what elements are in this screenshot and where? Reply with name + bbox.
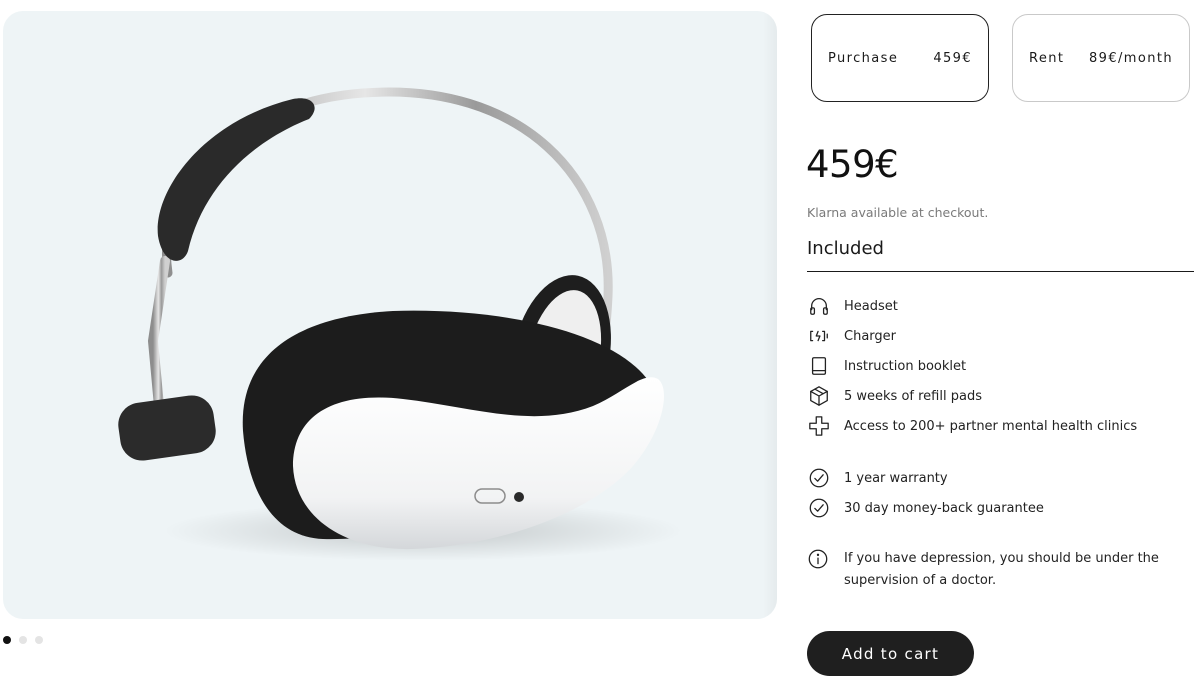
- gallery-dot-2[interactable]: [19, 636, 27, 644]
- add-to-cart-button[interactable]: Add to cart: [807, 631, 974, 676]
- included-item-refill-pads: 5 weeks of refill pads: [807, 384, 982, 408]
- rent-option-price: 89€/month: [1089, 50, 1173, 66]
- headset-icon: [807, 294, 831, 318]
- included-item-label: Access to 200+ partner mental health cli…: [844, 418, 1138, 434]
- gallery-edge: [763, 11, 777, 619]
- check-circle-icon: [807, 466, 831, 490]
- purchase-option-label: Purchase: [828, 50, 899, 66]
- included-item-label: Charger: [844, 328, 896, 344]
- included-divider: [807, 271, 1194, 272]
- included-item-label: Instruction booklet: [844, 358, 967, 374]
- rent-option-card[interactable]: Rent 89€/month: [1012, 14, 1190, 102]
- klarna-note: Klarna available at checkout.: [807, 205, 989, 220]
- purchase-option-price: 459€: [933, 50, 972, 66]
- purchase-option-card[interactable]: Purchase 459€: [811, 14, 989, 102]
- depression-disclaimer: If you have depression, you should be un…: [807, 548, 1167, 592]
- included-item-booklet: Instruction booklet: [807, 354, 966, 378]
- gallery-pagination: [3, 636, 43, 644]
- guarantee-label: 1 year warranty: [844, 470, 948, 486]
- included-item-label: 5 weeks of refill pads: [844, 388, 982, 404]
- product-image-headset: [118, 87, 683, 561]
- battery-charging-icon: [807, 324, 831, 348]
- guarantee-money-back: 30 day money-back guarantee: [807, 496, 1044, 520]
- included-item-headset: Headset: [807, 294, 898, 318]
- gallery-dot-3[interactable]: [35, 636, 43, 644]
- included-item-charger: Charger: [807, 324, 896, 348]
- rent-option-label: Rent: [1029, 50, 1065, 66]
- box-icon: [807, 384, 831, 408]
- disclaimer-text: If you have depression, you should be un…: [844, 551, 1159, 588]
- book-icon: [807, 354, 831, 378]
- product-price: 459€: [806, 143, 899, 186]
- product-image-gallery[interactable]: [3, 11, 777, 619]
- included-item-label: Headset: [844, 298, 898, 314]
- included-heading: Included: [807, 238, 884, 259]
- guarantee-warranty: 1 year warranty: [807, 466, 948, 490]
- medical-cross-icon: [807, 414, 831, 438]
- included-item-clinics: Access to 200+ partner mental health cli…: [807, 414, 1137, 438]
- guarantee-label: 30 day money-back guarantee: [844, 500, 1044, 516]
- info-icon: [807, 548, 831, 572]
- check-circle-icon: [807, 496, 831, 520]
- gallery-dot-1[interactable]: [3, 636, 11, 644]
